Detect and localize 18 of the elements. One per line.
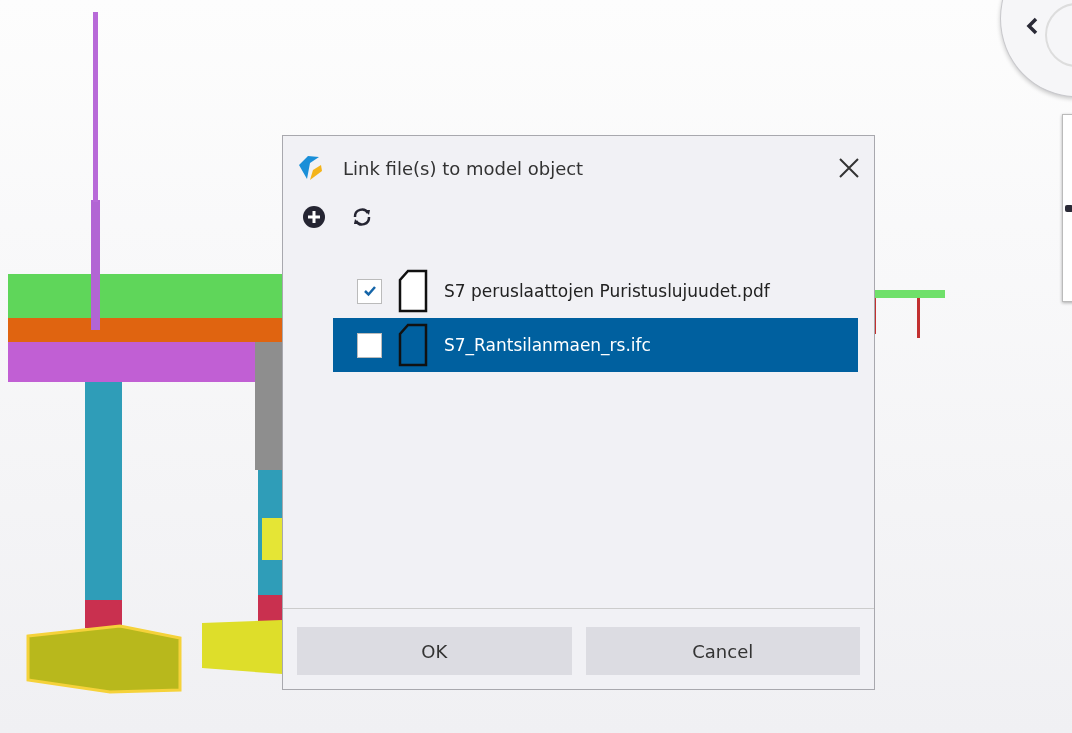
dialog-title: Link file(s) to model object	[343, 157, 584, 179]
file-name: S7 peruslaattojen Puristuslujuudet.pdf	[444, 281, 770, 301]
document-icon	[398, 269, 428, 313]
bridge-railing-drawing	[873, 290, 945, 338]
file-row[interactable]: S7 peruslaattojen Puristuslujuudet.pdf	[333, 264, 858, 318]
file-name: S7_Rantsilanmaen_rs.ifc	[444, 335, 651, 355]
handle-icon[interactable]	[1065, 205, 1072, 212]
checkbox[interactable]	[357, 332, 382, 358]
checkbox[interactable]	[357, 278, 382, 304]
ok-button[interactable]: OK	[297, 627, 572, 675]
document-icon	[398, 323, 428, 367]
close-icon[interactable]	[838, 157, 860, 179]
add-icon[interactable]	[303, 206, 325, 228]
file-row[interactable]: S7_Rantsilanmaen_rs.ifc	[333, 318, 858, 372]
refresh-icon[interactable]	[351, 206, 373, 228]
cancel-button[interactable]: Cancel	[585, 627, 860, 675]
checkmark-icon	[362, 285, 377, 297]
chevron-left-icon[interactable]	[1025, 17, 1039, 35]
